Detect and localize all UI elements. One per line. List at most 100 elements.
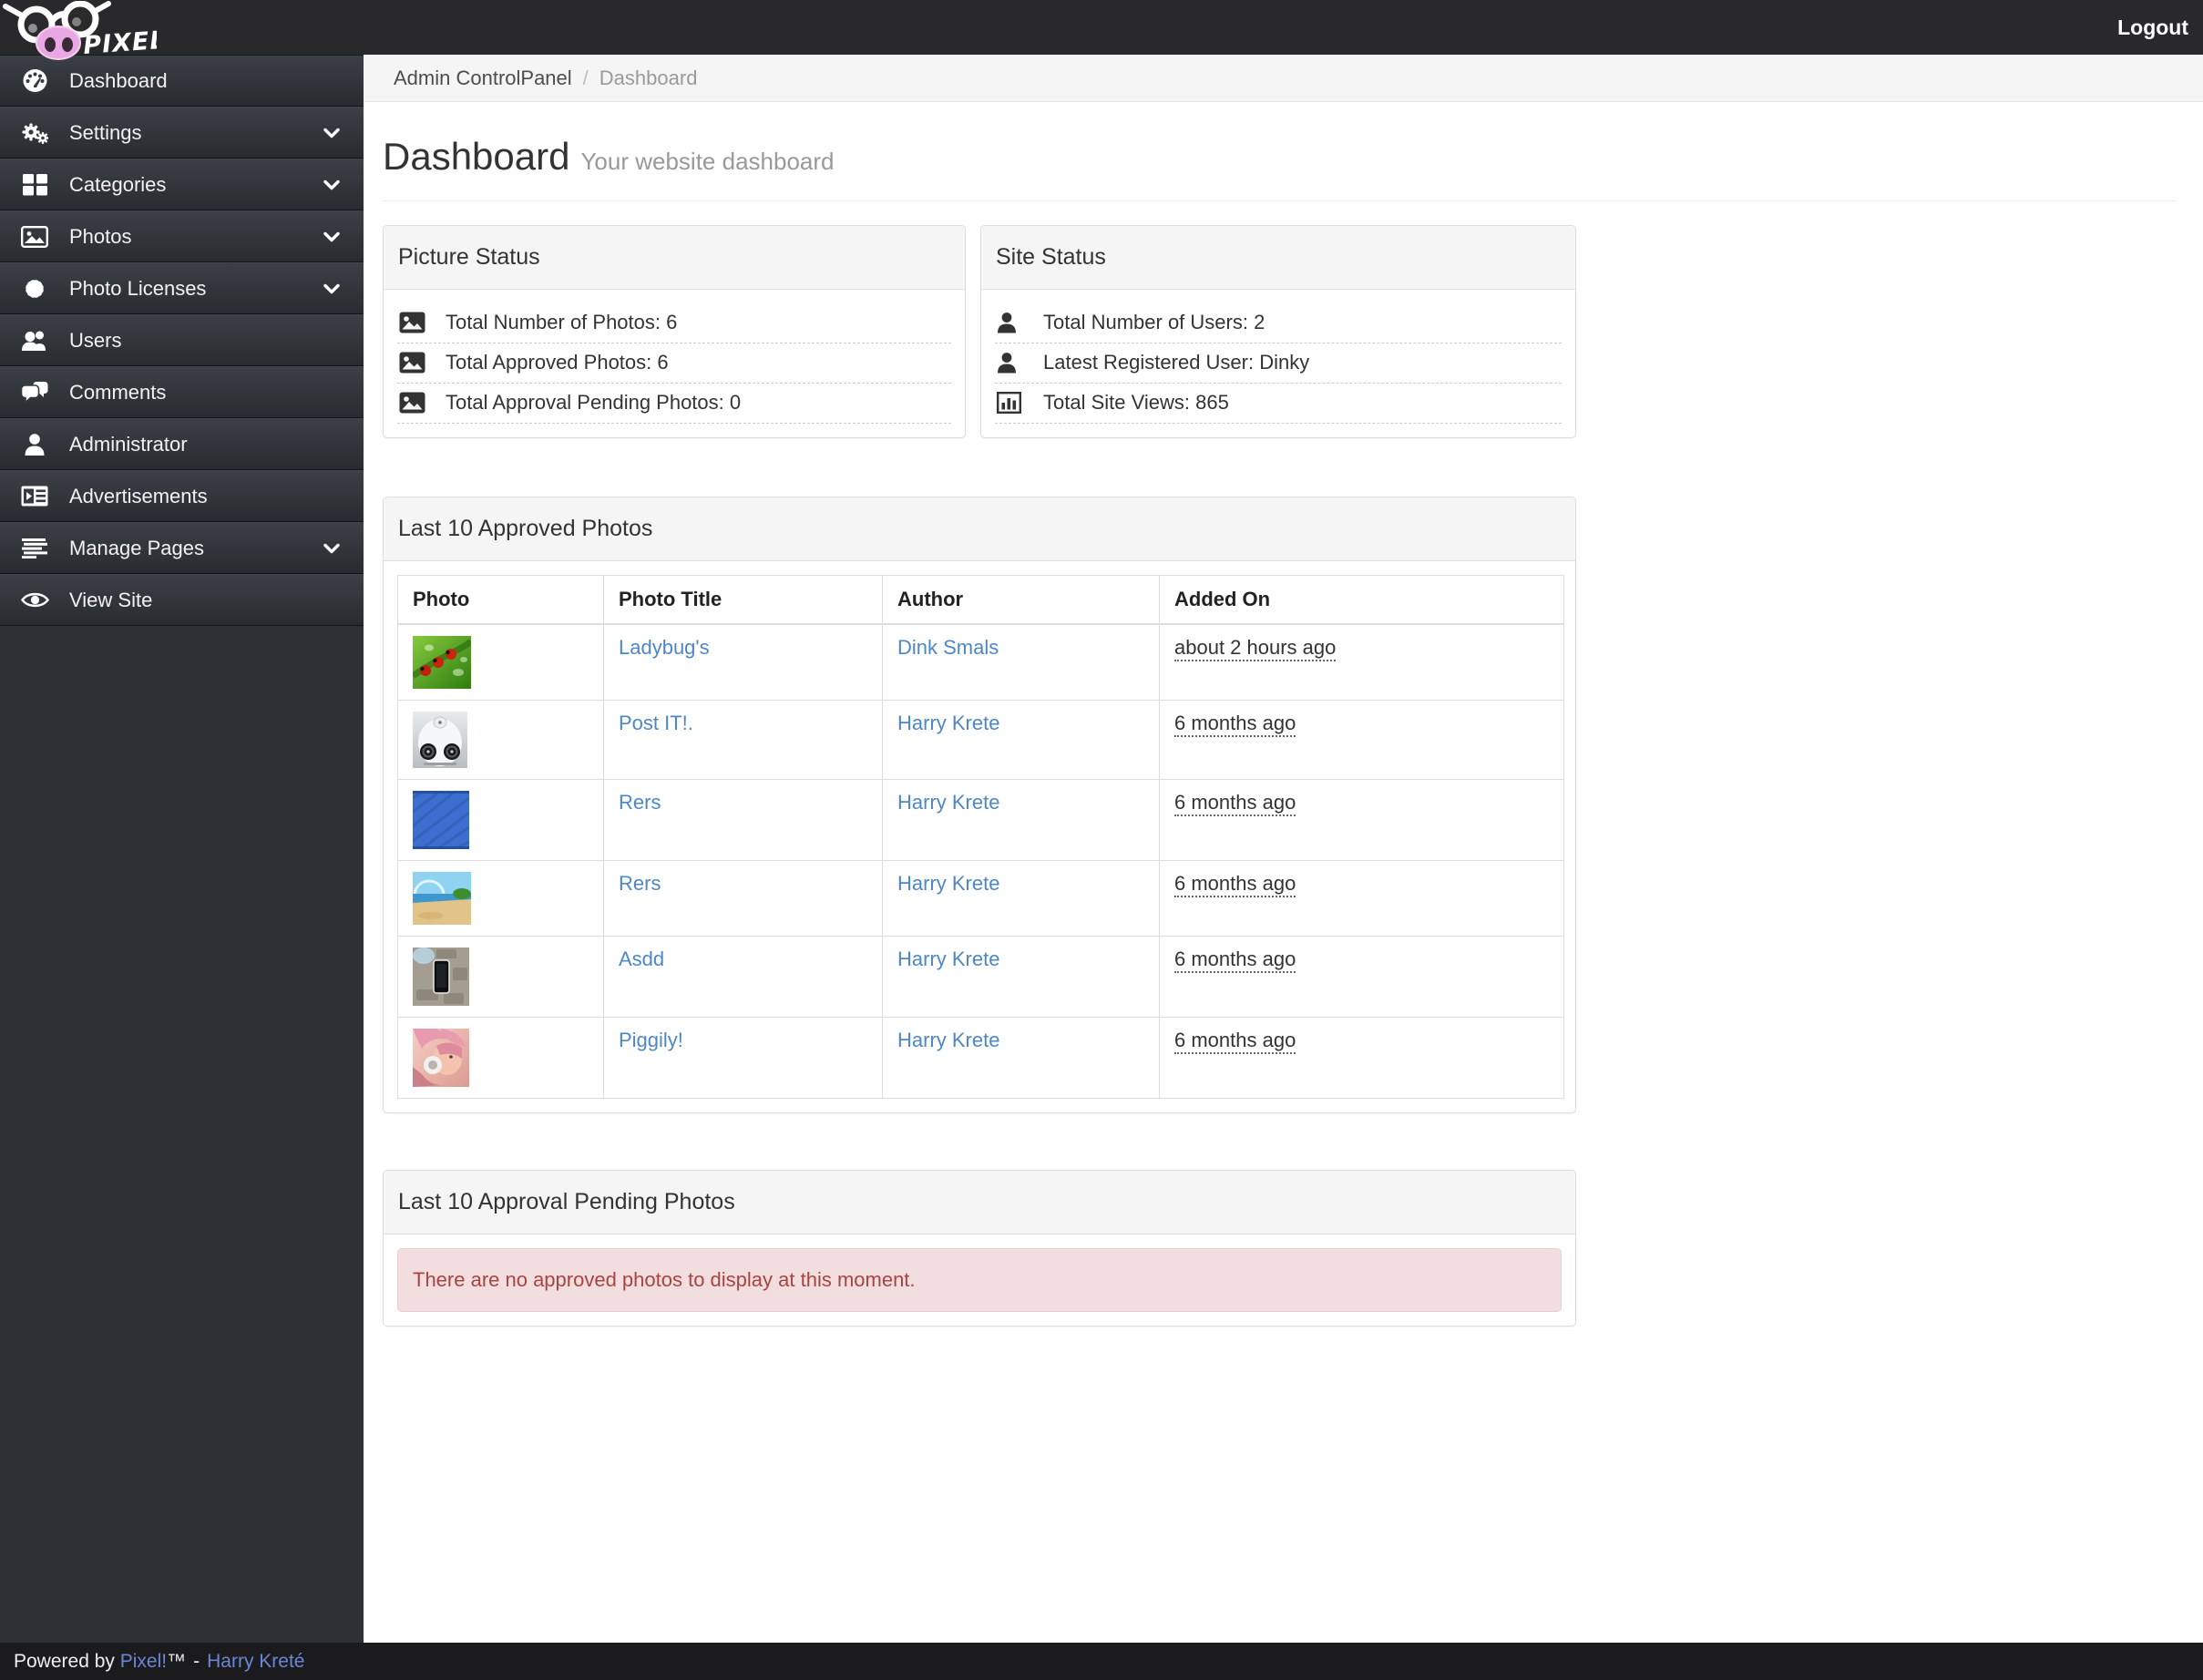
author-link[interactable]: Harry Krete — [897, 948, 999, 970]
chevron-down-icon — [323, 231, 340, 242]
page-header: Dashboard Your website dashboard — [383, 135, 2176, 201]
breadcrumb-root-link[interactable]: Admin ControlPanel — [394, 67, 572, 89]
author-link[interactable]: Harry Krete — [897, 791, 999, 814]
sidebar-item-label: Settings — [69, 120, 142, 144]
author-link[interactable]: Harry Krete — [897, 1029, 999, 1051]
chevron-down-icon — [323, 543, 340, 554]
footer-dash: - — [193, 1651, 200, 1672]
author-link[interactable]: Dink Smals — [897, 636, 999, 659]
sidebar-item-photos[interactable]: Photos — [0, 210, 364, 262]
photo-thumbnail[interactable] — [413, 948, 589, 1006]
photo-title-link[interactable]: Rers — [619, 872, 661, 895]
sidebar-item-label: Photos — [69, 224, 132, 248]
footer-trademark: ™ — [167, 1651, 187, 1672]
panel-title: Last 10 Approved Photos — [384, 497, 1575, 561]
user-icon — [997, 352, 1026, 374]
column-header: Photo Title — [603, 575, 883, 625]
sidebar-item-view-site[interactable]: View Site — [0, 574, 364, 626]
pending-photos-panel: Last 10 Approval Pending Photos There ar… — [383, 1170, 1576, 1327]
table-header-row: Photo Photo Title Author Added On — [397, 575, 1564, 625]
picture-icon — [18, 225, 51, 248]
footer-brand-link[interactable]: Pixel! — [120, 1651, 167, 1672]
added-on-text: 6 months ago — [1174, 1029, 1296, 1054]
dashboard-icon — [18, 68, 51, 93]
comments-icon — [18, 381, 51, 404]
status-text: Total Approval Pending Photos: 0 — [446, 391, 742, 414]
table-row: Rers Harry Krete 6 months ago — [397, 779, 1564, 861]
page-subtitle: Your website dashboard — [580, 148, 835, 175]
page-frame: Dashboard Settings Categories Photos Pho… — [0, 55, 2203, 1643]
column-header: Photo — [397, 575, 604, 625]
site-status-panel: Site Status Total Number of Users: 2 Lat… — [980, 225, 1576, 438]
user-icon — [18, 433, 51, 456]
added-on-text: 6 months ago — [1174, 791, 1296, 816]
status-panels-row: Picture Status Total Number of Photos: 6 — [383, 225, 1576, 438]
sidebar-item-label: Categories — [69, 172, 167, 196]
photo-thumbnail[interactable] — [410, 636, 589, 689]
breadcrumb-current: Dashboard — [599, 67, 698, 89]
image-icon — [399, 352, 428, 374]
added-on-text: 6 months ago — [1174, 712, 1296, 737]
status-text: Total Number of Photos: 6 — [446, 311, 678, 333]
list-item: Latest Registered User: Dinky — [995, 343, 1562, 384]
sidebar-item-label: Administrator — [69, 432, 188, 456]
photo-title-link[interactable]: Post IT!. — [619, 712, 693, 734]
photo-title-link[interactable]: Asdd — [619, 948, 664, 970]
table-row: Post IT!. Harry Krete 6 months ago — [397, 700, 1564, 780]
added-on-text: 6 months ago — [1174, 948, 1296, 973]
sidebar-item-administrator[interactable]: Administrator — [0, 418, 364, 470]
author-link[interactable]: Harry Krete — [897, 712, 999, 734]
author-link[interactable]: Harry Krete — [897, 872, 999, 895]
table-row: Asdd Harry Krete 6 months ago — [397, 936, 1564, 1018]
list-item: Total Approval Pending Photos: 0 — [397, 384, 951, 424]
footer-author-link[interactable]: Harry Kreté — [207, 1651, 304, 1672]
breadcrumb: Admin ControlPanel / Dashboard — [364, 55, 2203, 102]
ads-icon — [18, 486, 51, 507]
column-header: Author — [882, 575, 1160, 625]
panel-title: Last 10 Approval Pending Photos — [384, 1171, 1575, 1234]
chevron-down-icon — [323, 283, 340, 294]
panel-title: Site Status — [981, 226, 1575, 290]
sidebar-item-label: Users — [69, 328, 122, 352]
photo-thumbnail[interactable] — [413, 1027, 589, 1087]
photo-thumbnail[interactable] — [413, 872, 589, 925]
page-content: Dashboard Your website dashboard Picture … — [364, 102, 2203, 1363]
table-row: Piggily! Harry Krete 6 months ago — [397, 1017, 1564, 1099]
status-text: Total Approved Photos: 6 — [446, 351, 669, 374]
sidebar-nav: Dashboard Settings Categories Photos Pho… — [0, 55, 364, 1643]
pixel-logo[interactable]: PIXEL! — [2, 0, 179, 66]
sidebar-item-manage-pages[interactable]: Manage Pages — [0, 522, 364, 574]
sidebar-item-label: Advertisements — [69, 484, 208, 507]
svg-text:PIXEL!: PIXEL! — [82, 26, 157, 60]
photo-title-link[interactable]: Ladybug's — [619, 636, 710, 659]
main-area: Admin ControlPanel / Dashboard Dashboard Yo… — [364, 55, 2203, 1643]
bar-chart-icon — [997, 392, 1026, 414]
sidebar-item-users[interactable]: Users — [0, 314, 364, 366]
top-navbar: PIXEL! Logout — [0, 0, 2203, 60]
sidebar-item-settings[interactable]: Settings — [0, 107, 364, 159]
chevron-down-icon — [323, 128, 340, 138]
users-icon — [18, 329, 51, 352]
no-pending-photos-alert: There are no approved photos to display … — [397, 1248, 1562, 1312]
sidebar-item-photo-licenses[interactable]: Photo Licenses — [0, 262, 364, 314]
page-title: Dashboard — [383, 135, 570, 178]
breadcrumb-separator: / — [582, 67, 589, 89]
sidebar-item-advertisements[interactable]: Advertisements — [0, 470, 364, 522]
photo-thumbnail[interactable] — [408, 785, 589, 856]
photo-title-link[interactable]: Piggily! — [619, 1029, 683, 1051]
sidebar-item-categories[interactable]: Categories — [0, 159, 364, 210]
eye-icon — [18, 590, 51, 610]
logout-button[interactable]: Logout — [2117, 0, 2188, 55]
added-on-text: 6 months ago — [1174, 872, 1296, 897]
sidebar-item-comments[interactable]: Comments — [0, 366, 364, 418]
added-on-text: about 2 hours ago — [1174, 636, 1337, 661]
certificate-icon — [18, 277, 51, 301]
user-icon — [997, 312, 1026, 333]
photo-title-link[interactable]: Rers — [619, 791, 661, 814]
sidebar-item-label: Dashboard — [69, 68, 168, 92]
photo-thumbnail[interactable] — [413, 712, 589, 768]
sidebar-item-label: Manage Pages — [69, 536, 204, 559]
table-row: Ladybug's Dink Smals about 2 hours ago — [397, 623, 1564, 701]
picture-status-panel: Picture Status Total Number of Photos: 6 — [383, 225, 966, 438]
status-text: Total Number of Users: 2 — [1043, 311, 1265, 333]
